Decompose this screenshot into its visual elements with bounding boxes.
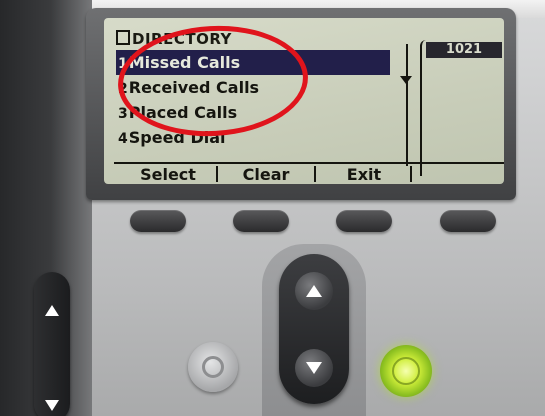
softkey-exit[interactable]: Exit bbox=[318, 164, 410, 184]
ring-icon bbox=[392, 357, 420, 385]
menu-divider bbox=[406, 44, 408, 166]
ring-icon bbox=[202, 356, 224, 378]
menu-item-number: 4 bbox=[118, 131, 128, 147]
arrow-down-icon bbox=[45, 400, 59, 411]
nav-down-button[interactable] bbox=[295, 349, 333, 387]
arrow-up-icon bbox=[306, 285, 322, 297]
line-panel bbox=[420, 40, 504, 176]
softkey-button-4[interactable] bbox=[440, 210, 496, 232]
softkey-empty bbox=[414, 164, 504, 184]
lit-green-button[interactable] bbox=[380, 345, 432, 397]
ip-phone: DIRECTORY 1Missed Calls 2Received Calls … bbox=[0, 0, 545, 416]
nav-up-button[interactable] bbox=[295, 272, 333, 310]
softkey-clear[interactable]: Clear bbox=[220, 164, 312, 184]
arrow-up-icon bbox=[45, 305, 59, 316]
softkey-select[interactable]: Select bbox=[122, 164, 214, 184]
softkey-button-1[interactable] bbox=[130, 210, 186, 232]
softkey-button-3[interactable] bbox=[336, 210, 392, 232]
volume-rocker[interactable] bbox=[34, 272, 70, 416]
softkey-separator bbox=[216, 166, 218, 182]
line-extension: 1021 bbox=[426, 42, 502, 58]
menu-item-number: 3 bbox=[118, 106, 128, 122]
softkey-button-2[interactable] bbox=[233, 210, 289, 232]
arrow-down-icon bbox=[306, 362, 322, 374]
book-icon bbox=[116, 30, 130, 45]
softkey-bar: Select Clear Exit bbox=[114, 162, 504, 184]
softkey-separator bbox=[314, 166, 316, 182]
softkey-separator bbox=[410, 166, 412, 182]
round-button[interactable] bbox=[188, 342, 238, 392]
